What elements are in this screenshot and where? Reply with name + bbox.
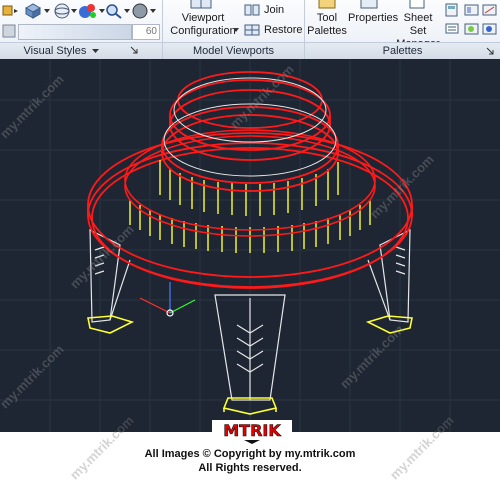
mtrik-logo: MTRIK xyxy=(212,420,292,444)
drawing-viewport[interactable]: my.mtrik.com my.mtrik.com my.mtrik.com m… xyxy=(0,59,500,432)
tool-palettes-button[interactable]: Tool Palettes xyxy=(305,12,349,38)
panel-title-palettes[interactable]: Palettes xyxy=(305,42,500,59)
join-icon[interactable] xyxy=(244,3,260,17)
layers-icon[interactable] xyxy=(444,22,460,36)
restore-icon[interactable] xyxy=(244,23,260,37)
viewport-config-icon[interactable] xyxy=(190,0,212,10)
quick-calc-icon[interactable] xyxy=(464,22,480,36)
join-button[interactable]: Join xyxy=(264,4,284,17)
viewport-config-line1: Viewport xyxy=(181,12,225,24)
environment-sphere-icon[interactable] xyxy=(130,2,150,20)
restore-label: Restore xyxy=(264,24,303,36)
opacity-icon xyxy=(2,24,16,38)
panel-label: Model Viewports xyxy=(192,45,275,57)
opacity-value: 60 xyxy=(145,26,157,37)
sheet-set-line1: Sheet Set xyxy=(403,12,433,37)
material-icon[interactable] xyxy=(77,2,99,20)
tool-palettes-line2: Palettes xyxy=(307,25,347,37)
chevron-down-icon[interactable] xyxy=(92,48,100,54)
restore-button[interactable]: Restore xyxy=(264,24,303,37)
copyright-line1: All Images © Copyright by my.mtrik.com xyxy=(144,448,356,460)
panel-label: Visual Styles xyxy=(23,45,87,57)
opacity-slider[interactable] xyxy=(18,24,132,40)
sphere-icon[interactable] xyxy=(52,2,72,20)
chevron-down-icon[interactable] xyxy=(150,8,156,14)
design-center-icon[interactable] xyxy=(464,3,480,17)
tool-palettes-icon[interactable] xyxy=(318,0,336,9)
properties-label: Properties xyxy=(348,12,399,24)
markup-icon[interactable] xyxy=(482,3,498,17)
cad-drawing xyxy=(0,59,500,432)
cube-icon[interactable] xyxy=(22,2,44,20)
panel-title-visual-styles[interactable]: Visual Styles xyxy=(0,42,162,59)
sheet-set-icon[interactable] xyxy=(408,0,426,9)
copyright-line2: All Rights reserved. xyxy=(198,462,302,474)
calculator-icon[interactable] xyxy=(444,3,460,17)
chevron-down-icon[interactable] xyxy=(233,27,239,33)
properties-icon[interactable] xyxy=(360,0,378,9)
ucs-icon xyxy=(139,282,196,317)
dialog-launcher-icon[interactable] xyxy=(130,46,138,54)
visual-style-icon[interactable] xyxy=(2,4,20,18)
properties-button[interactable]: Properties xyxy=(348,12,398,25)
chevron-down-icon[interactable] xyxy=(44,8,50,14)
tool-palettes-line1: Tool xyxy=(316,12,338,24)
panel-label: Palettes xyxy=(382,45,423,57)
viewport-config-line2: Configuration xyxy=(170,25,236,37)
logo-text: MTRIK xyxy=(223,421,281,440)
panel-title-model-viewports[interactable]: Model Viewports xyxy=(163,42,304,59)
opacity-value-field[interactable]: 60 xyxy=(132,24,160,40)
viewport-configuration-button[interactable]: Viewport Configuration xyxy=(168,12,238,38)
ribbon: 60 Visual Styles Viewport Configuration … xyxy=(0,0,500,59)
upper-balusters xyxy=(159,160,339,216)
dialog-launcher-icon[interactable] xyxy=(486,47,494,55)
info-icon[interactable] xyxy=(482,22,498,36)
join-label: Join xyxy=(264,4,285,16)
search-icon[interactable] xyxy=(104,2,124,20)
